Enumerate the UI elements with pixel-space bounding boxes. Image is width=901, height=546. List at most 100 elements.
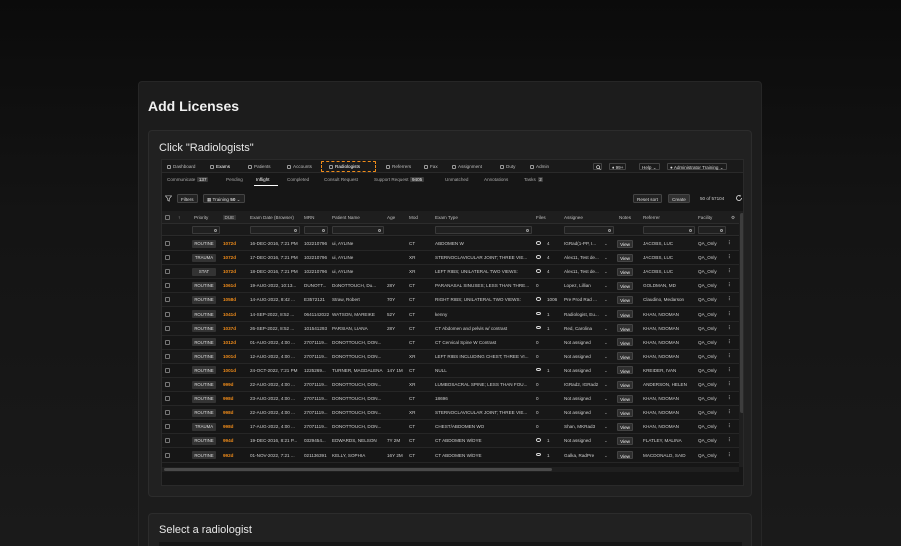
more-options-icon[interactable]: ⋮ bbox=[727, 452, 732, 458]
column-priority[interactable]: Priority bbox=[194, 215, 208, 220]
settings-icon[interactable]: ⚙ bbox=[731, 215, 735, 221]
patient-name[interactable]: EDWARDS, NELSON bbox=[332, 438, 385, 443]
column-age[interactable]: Age bbox=[387, 215, 395, 220]
table-row[interactable]: TRAUMA 998d 17-AUG-2022, 4:00 ... 27071119.… bbox=[162, 420, 739, 435]
column-due[interactable]: DUE bbox=[223, 215, 236, 220]
patient-name[interactable]: PARSIAN, LIANA bbox=[332, 326, 385, 331]
eye-icon[interactable] bbox=[536, 311, 541, 315]
row-checkbox[interactable] bbox=[165, 424, 170, 430]
table-row[interactable]: ROUTINE 998d 22-AUG-2022, 4:00 ... 27071119… bbox=[162, 406, 739, 421]
column-files[interactable]: Files bbox=[536, 215, 546, 220]
exam-type-filter[interactable] bbox=[435, 226, 532, 234]
view-notes-button[interactable]: View bbox=[617, 408, 633, 417]
chevron-down-icon[interactable]: ⌄ bbox=[604, 269, 608, 275]
chevron-down-icon[interactable]: ⌄ bbox=[604, 354, 608, 360]
assignee[interactable]: Not assigned bbox=[564, 354, 602, 359]
referrer-filter[interactable] bbox=[643, 226, 695, 234]
nav-dashboard[interactable]: Dashboard bbox=[167, 164, 195, 169]
more-options-icon[interactable]: ⋮ bbox=[727, 268, 732, 274]
assignee[interactable]: Not assigned bbox=[564, 340, 602, 345]
horizontal-scrollbar[interactable] bbox=[162, 467, 739, 472]
chevron-down-icon[interactable]: ⌄ bbox=[604, 297, 608, 303]
vertical-scrollbar[interactable] bbox=[739, 211, 743, 467]
tab-unmatched[interactable]: Unmatched bbox=[445, 177, 469, 182]
row-checkbox[interactable] bbox=[165, 255, 170, 261]
more-options-icon[interactable]: ⋮ bbox=[727, 240, 732, 246]
eye-icon[interactable] bbox=[536, 255, 541, 259]
assignee[interactable]: Not assigned bbox=[564, 396, 602, 401]
view-notes-button[interactable]: View bbox=[617, 436, 633, 445]
more-options-icon[interactable]: ⋮ bbox=[727, 339, 732, 345]
column-exam-date[interactable]: Exam Date (Browser) bbox=[250, 215, 294, 220]
nav-accounts[interactable]: Accounts bbox=[287, 164, 312, 169]
chevron-down-icon[interactable]: ⌄ bbox=[604, 453, 608, 459]
row-checkbox[interactable] bbox=[165, 269, 170, 275]
tab-tasks[interactable]: Tasks 2 bbox=[524, 177, 544, 182]
column-exam-type[interactable]: Exam Type bbox=[435, 215, 458, 220]
more-options-icon[interactable]: ⋮ bbox=[727, 296, 732, 302]
view-notes-button[interactable]: View bbox=[617, 366, 633, 375]
assignee[interactable]: Alex11, Test de... bbox=[564, 255, 602, 260]
row-checkbox[interactable] bbox=[165, 353, 170, 359]
scroll-thumb[interactable] bbox=[164, 468, 552, 471]
row-checkbox[interactable] bbox=[165, 438, 170, 444]
assignee[interactable]: Galka, RadPre bbox=[564, 453, 602, 458]
chevron-down-icon[interactable]: ⌄ bbox=[604, 438, 608, 444]
row-checkbox[interactable] bbox=[165, 241, 170, 246]
patient-filter[interactable] bbox=[332, 226, 384, 234]
tab-communicate[interactable]: Communicate 137 bbox=[167, 177, 209, 182]
select-all-checkbox[interactable] bbox=[165, 215, 170, 220]
table-row[interactable]: ROUTINE 1041d 14-SEP-2022, 8:52 ... 0641142… bbox=[162, 308, 739, 322]
table-row[interactable]: ROUTINE 1058d 14-AUG-2022, 8:42 ... E357212… bbox=[162, 293, 739, 308]
view-notes-button[interactable]: View bbox=[617, 281, 633, 290]
priority-filter[interactable] bbox=[192, 226, 220, 234]
assignee[interactable]: Not assigned bbox=[564, 438, 602, 443]
view-notes-button[interactable]: View bbox=[617, 267, 633, 276]
table-row[interactable]: ROUTINE 1072d 16-DEC-2016, 7:21 PM 10221079… bbox=[162, 237, 739, 252]
sort-icon[interactable]: ↑ bbox=[178, 215, 180, 220]
user-menu[interactable]: ● Administrator Training ⌄ bbox=[667, 163, 727, 170]
table-row[interactable]: ROUTINE 1037d 26-SEP-2022, 8:52 ... 1015412… bbox=[162, 321, 739, 336]
notifications-button[interactable]: ♦ 99+ bbox=[609, 163, 627, 170]
view-notes-button[interactable]: View bbox=[617, 253, 633, 262]
eye-icon[interactable] bbox=[536, 297, 541, 301]
row-checkbox[interactable] bbox=[165, 339, 170, 345]
assignee[interactable]: Shan, MKRad3 bbox=[564, 424, 602, 429]
more-options-icon[interactable]: ⋮ bbox=[727, 437, 732, 443]
column-mrn[interactable]: MRN bbox=[304, 215, 314, 220]
filters-button[interactable]: Filters bbox=[177, 194, 198, 203]
chevron-down-icon[interactable]: ⌄ bbox=[604, 255, 608, 261]
assignee-filter[interactable] bbox=[564, 226, 614, 234]
assignee[interactable]: Alex11, Test de... bbox=[564, 269, 602, 274]
assignee[interactable]: IGRad2, IGRad2 bbox=[564, 382, 602, 387]
tab-inflight[interactable]: Inflight bbox=[256, 177, 270, 182]
column-notes[interactable]: Notes bbox=[619, 215, 631, 220]
row-checkbox[interactable] bbox=[165, 367, 170, 373]
mrn-filter[interactable] bbox=[304, 226, 328, 234]
row-checkbox[interactable] bbox=[165, 382, 170, 387]
facility-filter[interactable] bbox=[698, 226, 726, 234]
table-row[interactable]: STAT 1072d 18-DEC-2016, 7:21 PM 102210796 ui… bbox=[162, 265, 739, 280]
more-options-icon[interactable]: ⋮ bbox=[727, 409, 732, 415]
more-options-icon[interactable]: ⋮ bbox=[727, 423, 732, 429]
row-checkbox[interactable] bbox=[165, 311, 170, 317]
filter-icon[interactable] bbox=[165, 195, 172, 202]
date-filter[interactable] bbox=[250, 226, 300, 234]
eye-icon[interactable] bbox=[536, 325, 541, 330]
table-row[interactable]: ROUTINE 992d 01-NOV-2022, 7:21 ... 02113639… bbox=[162, 449, 739, 463]
search-button[interactable] bbox=[593, 163, 602, 170]
nav-patients[interactable]: Patients bbox=[248, 164, 271, 169]
view-notes-button[interactable]: View bbox=[617, 422, 633, 431]
patient-name[interactable]: TURNER, MAGDALENA bbox=[332, 368, 385, 373]
table-row[interactable]: ROUTINE 1012d 01-AUG-2022, 4:00 ... 2707111… bbox=[162, 336, 739, 350]
chevron-down-icon[interactable]: ⌄ bbox=[604, 326, 608, 332]
patient-name[interactable]: KELLY, SOPHIA bbox=[332, 453, 385, 458]
table-row[interactable]: TRAUMA 1072d 17-DEC-2016, 7:21 PM 102210796… bbox=[162, 251, 739, 266]
table-row[interactable]: ROUTINE 994d 19-DEC-2016, 8:21 P... 0329454… bbox=[162, 434, 739, 449]
patient-name[interactable]: ui, AYLINe bbox=[332, 241, 385, 246]
tab-pending[interactable]: Pending bbox=[226, 177, 243, 182]
nav-assignment[interactable]: Assignment bbox=[452, 164, 482, 169]
nav-admin[interactable]: Admin bbox=[530, 164, 549, 169]
patient-name[interactable]: Straw, Robert bbox=[332, 297, 385, 302]
training-filter-chip[interactable]: ▦ Training 50 ⌄ bbox=[203, 194, 245, 203]
